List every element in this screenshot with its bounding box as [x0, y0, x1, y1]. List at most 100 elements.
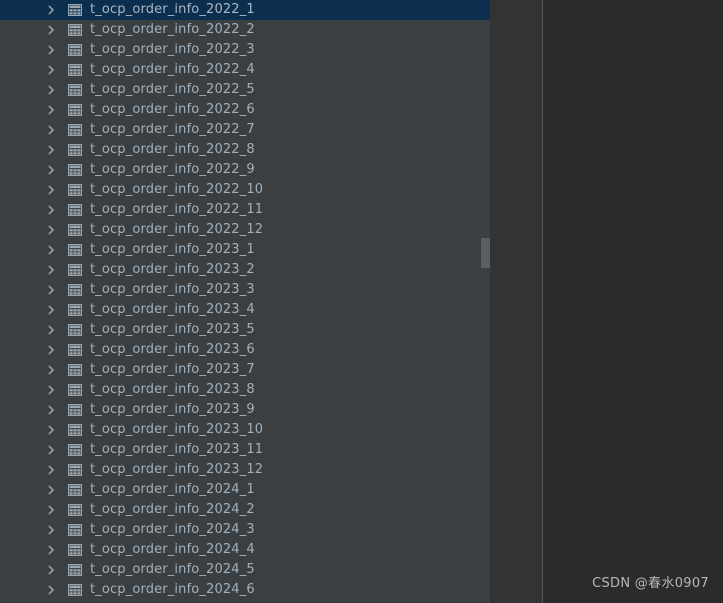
chevron-right-icon[interactable]: [44, 300, 60, 320]
chevron-right-icon[interactable]: [44, 40, 60, 60]
table-icon: [67, 260, 83, 280]
tree-row[interactable]: t_ocp_order_info_2024_3: [0, 520, 490, 540]
chevron-right-icon[interactable]: [44, 0, 60, 20]
chevron-right-icon[interactable]: [44, 20, 60, 40]
tree-scrollbar-track[interactable]: [480, 0, 490, 603]
tree-row-label: t_ocp_order_info_2024_1: [90, 482, 255, 497]
tree-row-label: t_ocp_order_info_2023_7: [90, 362, 255, 377]
tree-row[interactable]: t_ocp_order_info_2022_7: [0, 120, 490, 140]
tree-row[interactable]: t_ocp_order_info_2023_1: [0, 240, 490, 260]
table-icon: [67, 200, 83, 220]
chevron-right-icon[interactable]: [44, 480, 60, 500]
tree-row[interactable]: t_ocp_order_info_2024_6: [0, 580, 490, 600]
tree-row-label: t_ocp_order_info_2023_10: [90, 422, 264, 437]
chevron-right-icon[interactable]: [44, 360, 60, 380]
tree-row[interactable]: t_ocp_order_info_2023_2: [0, 260, 490, 280]
tree-row[interactable]: t_ocp_order_info_2023_10: [0, 420, 490, 440]
table-icon: [67, 460, 83, 480]
chevron-right-icon[interactable]: [44, 540, 60, 560]
tree-row-label: t_ocp_order_info_2022_8: [90, 142, 255, 157]
tree-row-label: t_ocp_order_info_2024_2: [90, 502, 255, 517]
tree-row[interactable]: t_ocp_order_info_2022_5: [0, 80, 490, 100]
chevron-right-icon[interactable]: [44, 220, 60, 240]
chevron-right-icon[interactable]: [44, 240, 60, 260]
chevron-right-icon[interactable]: [44, 380, 60, 400]
chevron-right-icon[interactable]: [44, 420, 60, 440]
tree-row[interactable]: t_ocp_order_info_2024_1: [0, 480, 490, 500]
chevron-right-icon[interactable]: [44, 580, 60, 600]
tree-row-label: t_ocp_order_info_2022_3: [90, 42, 255, 57]
tree-row-label: t_ocp_order_info_2023_2: [90, 262, 255, 277]
table-icon: [67, 560, 83, 580]
tree-row[interactable]: t_ocp_order_info_2023_9: [0, 400, 490, 420]
tree-row[interactable]: t_ocp_order_info_2024_5: [0, 560, 490, 580]
tree-row[interactable]: t_ocp_order_info_2024_4: [0, 540, 490, 560]
database-tree-panel[interactable]: t_ocp_order_info_2022_1 t_ocp_order_info_…: [0, 0, 490, 603]
panel-divider[interactable]: [542, 0, 543, 603]
chevron-right-icon[interactable]: [44, 140, 60, 160]
table-icon: [67, 0, 83, 20]
chevron-right-icon[interactable]: [44, 340, 60, 360]
chevron-right-icon[interactable]: [44, 160, 60, 180]
editor-area[interactable]: [543, 0, 723, 603]
tree-row[interactable]: t_ocp_order_info_2022_11: [0, 200, 490, 220]
table-icon: [67, 80, 83, 100]
tree-row[interactable]: t_ocp_order_info_2022_4: [0, 60, 490, 80]
tree-row[interactable]: t_ocp_order_info_2023_11: [0, 440, 490, 460]
tree-row[interactable]: t_ocp_order_info_2023_8: [0, 380, 490, 400]
tree-row[interactable]: t_ocp_order_info_2022_2: [0, 20, 490, 40]
table-icon: [67, 20, 83, 40]
tree-row[interactable]: t_ocp_order_info_2023_6: [0, 340, 490, 360]
tree-row[interactable]: t_ocp_order_info_2023_4: [0, 300, 490, 320]
chevron-right-icon[interactable]: [44, 440, 60, 460]
chevron-right-icon[interactable]: [44, 120, 60, 140]
table-icon: [67, 320, 83, 340]
tree-row[interactable]: t_ocp_order_info_2022_1: [0, 0, 490, 20]
table-icon: [67, 100, 83, 120]
tree-row[interactable]: t_ocp_order_info_2022_9: [0, 160, 490, 180]
tree-row[interactable]: t_ocp_order_info_2023_5: [0, 320, 490, 340]
tree-row[interactable]: t_ocp_order_info_2022_10: [0, 180, 490, 200]
table-icon: [67, 180, 83, 200]
tree-row[interactable]: t_ocp_order_info_2022_8: [0, 140, 490, 160]
tree-row-label: t_ocp_order_info_2023_9: [90, 402, 255, 417]
chevron-right-icon[interactable]: [44, 260, 60, 280]
chevron-right-icon[interactable]: [44, 560, 60, 580]
tree-row[interactable]: t_ocp_order_info_2023_12: [0, 460, 490, 480]
tree-row[interactable]: t_ocp_order_info_2023_7: [0, 360, 490, 380]
chevron-right-icon[interactable]: [44, 180, 60, 200]
tree-row-label: t_ocp_order_info_2024_3: [90, 522, 255, 537]
tree-row[interactable]: t_ocp_order_info_2022_6: [0, 100, 490, 120]
tree-row-label: t_ocp_order_info_2023_3: [90, 282, 255, 297]
chevron-right-icon[interactable]: [44, 100, 60, 120]
chevron-right-icon[interactable]: [44, 400, 60, 420]
tree-row-label: t_ocp_order_info_2022_2: [90, 22, 255, 37]
chevron-right-icon[interactable]: [44, 60, 60, 80]
tree-scrollbar-thumb[interactable]: [481, 238, 490, 268]
chevron-right-icon[interactable]: [44, 80, 60, 100]
tree-row-label: t_ocp_order_info_2022_5: [90, 82, 255, 97]
tree-row-label: t_ocp_order_info_2024_6: [90, 582, 255, 597]
table-icon: [67, 440, 83, 460]
chevron-right-icon[interactable]: [44, 320, 60, 340]
chevron-right-icon[interactable]: [44, 280, 60, 300]
chevron-right-icon[interactable]: [44, 460, 60, 480]
chevron-right-icon[interactable]: [44, 520, 60, 540]
tree-row[interactable]: t_ocp_order_info_2022_3: [0, 40, 490, 60]
chevron-right-icon[interactable]: [44, 200, 60, 220]
tree-row[interactable]: t_ocp_order_info_2022_12: [0, 220, 490, 240]
tree-row-label: t_ocp_order_info_2023_1: [90, 242, 255, 257]
tree-row[interactable]: t_ocp_order_info_2024_2: [0, 500, 490, 520]
chevron-right-icon[interactable]: [44, 500, 60, 520]
tree-row[interactable]: t_ocp_order_info_2023_3: [0, 280, 490, 300]
